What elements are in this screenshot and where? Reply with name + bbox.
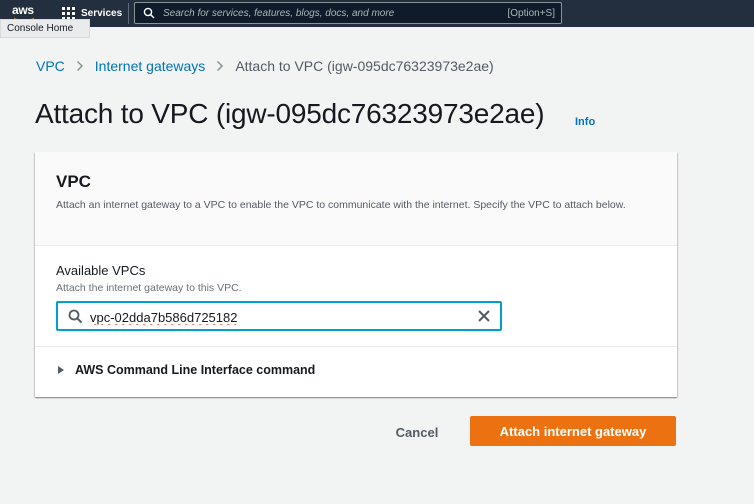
info-link[interactable]: Info (575, 116, 595, 128)
vpc-search-input[interactable] (90, 307, 470, 327)
chevron-right-icon (216, 60, 224, 72)
breadcrumb-current: Attach to VPC (igw-095dc76323973e2ae) (235, 58, 494, 74)
breadcrumb-internet-gateways[interactable]: Internet gateways (95, 58, 206, 74)
caret-right-icon (58, 366, 64, 374)
attach-internet-gateway-button[interactable]: Attach internet gateway (470, 416, 676, 446)
nav-divider (128, 3, 129, 24)
cancel-button[interactable]: Cancel (384, 419, 450, 445)
clear-icon[interactable] (476, 308, 492, 329)
chevron-right-icon (76, 60, 84, 72)
panel-title: VPC (56, 172, 91, 191)
cli-expand-toggle[interactable]: AWS Command Line Interface command (58, 363, 315, 377)
available-vpcs-label: Available VPCs (56, 263, 146, 278)
breadcrumb-vpc[interactable]: VPC (36, 58, 65, 74)
search-shortcut-hint: [Option+S] (507, 7, 555, 19)
cli-toggle-label: AWS Command Line Interface command (75, 363, 316, 377)
search-icon (68, 309, 83, 329)
services-label: Services (81, 8, 123, 19)
vpc-search-field[interactable] (56, 301, 502, 331)
page-title: Attach to VPC (igw-095dc76323973e2ae) (35, 98, 545, 129)
available-vpcs-description: Attach the internet gateway to this VPC. (56, 282, 242, 294)
vpc-panel: VPC Attach an internet gateway to a VPC … (35, 152, 677, 397)
top-navigation: aws Services Search for services, featur… (0, 0, 754, 27)
aws-logo-text: aws (12, 3, 34, 17)
global-search-input[interactable]: Search for services, features, blogs, do… (134, 2, 562, 24)
search-icon (143, 7, 161, 19)
console-home-tooltip: Console Home (0, 19, 90, 38)
panel-description: Attach an internet gateway to a VPC to e… (56, 199, 626, 211)
panel-divider (35, 346, 677, 347)
global-search-placeholder: Search for services, features, blogs, do… (163, 7, 395, 19)
breadcrumb: VPC Internet gateways Attach to VPC (igw… (36, 58, 494, 74)
panel-header: VPC Attach an internet gateway to a VPC … (35, 152, 677, 246)
